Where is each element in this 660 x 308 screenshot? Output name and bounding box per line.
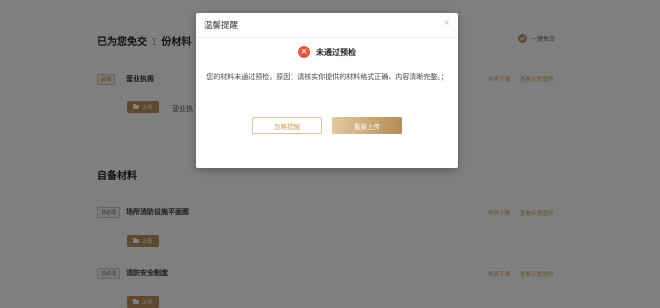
reupload-button[interactable]: 重新上传	[332, 117, 402, 134]
error-x-icon: ✕	[298, 46, 310, 58]
dialog-message: 您的材料未通过预检，原因：请核实你提供的材料格式正确、内容清晰完整。；	[206, 73, 448, 81]
dialog-divider	[196, 37, 458, 38]
status-text: 未通过预检	[316, 47, 356, 57]
close-icon[interactable]: ×	[443, 18, 450, 27]
ignore-reminder-button[interactable]: 忽略提醒	[252, 117, 322, 134]
status-row: ✕ 未通过预检	[196, 46, 458, 58]
dialog-title: 温馨提醒	[204, 21, 239, 31]
alert-dialog: 温馨提醒 × ✕ 未通过预检 您的材料未通过预检，原因：请核实你提供的材料格式正…	[196, 13, 458, 168]
